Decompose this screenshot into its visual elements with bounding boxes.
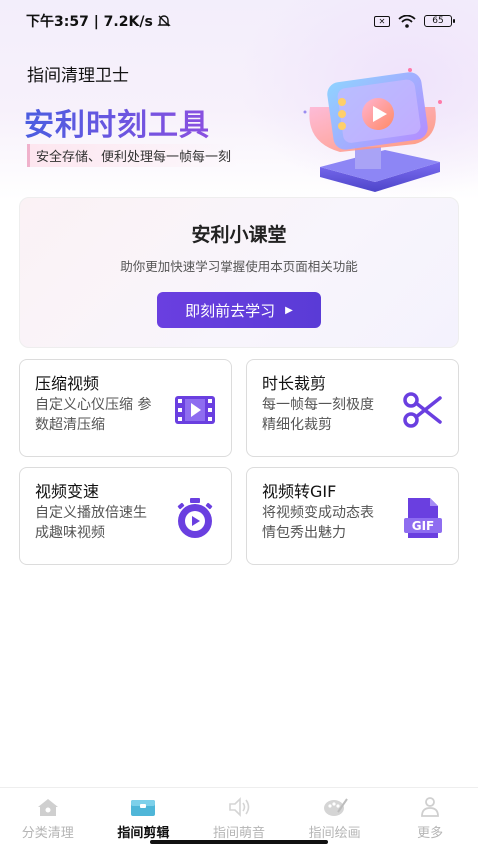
tool-trim-duration[interactable]: 时长裁剪 每一帧每一刻极度精细化裁剪 — [246, 359, 459, 457]
course-title: 安利小课堂 — [191, 224, 287, 246]
tool-video-speed[interactable]: 视频变速 自定义播放倍速生成趣味视频 — [19, 467, 232, 565]
tool-title: 时长裁剪 — [262, 374, 327, 393]
course-card: 安利小课堂 助你更加快速学习掌握使用本页面相关功能 即刻前去学习 ▶ — [19, 197, 459, 348]
palette-icon — [323, 798, 348, 816]
app-title: 指间清理卫士 — [27, 66, 129, 86]
tool-description: 将视频变成动态表情包秀出魅力 — [262, 505, 374, 541]
tool-title: 视频转GIF — [262, 482, 337, 501]
banner-subtitle: 安全存储、便利处理每一帧每一刻 — [27, 144, 238, 167]
gif-file-icon: GIF — [404, 498, 442, 538]
course-description: 助你更加快速学习掌握使用本页面相关功能 — [120, 259, 358, 274]
speaker-icon — [229, 797, 250, 817]
film-icon — [175, 396, 215, 424]
home-icon — [37, 799, 58, 816]
sim-icon: ✕ — [374, 15, 390, 27]
stopwatch-icon — [177, 498, 213, 538]
nav-label: 指间剪辑 — [117, 826, 170, 841]
battery-level: 65 — [432, 16, 444, 26]
tool-description: 自定义心仪压缩 参数超清压缩 — [35, 397, 152, 433]
home-indicator — [150, 840, 328, 844]
status-time-speed: 下午3:57 | 7.2K/s — [26, 14, 153, 30]
nav-label: 指间绘画 — [308, 826, 361, 841]
tool-title: 视频变速 — [35, 482, 100, 501]
wifi-icon — [398, 14, 416, 28]
nav-label: 分类清理 — [21, 826, 74, 841]
svg-text:GIF: GIF — [412, 519, 435, 533]
scissors-icon — [403, 392, 442, 428]
play-arrow-icon: ▶ — [285, 304, 293, 316]
tool-description: 自定义播放倍速生成趣味视频 — [35, 505, 147, 541]
status-bar: 下午3:57 | 7.2K/s ✕ 65 — [0, 0, 478, 42]
nav-label: 更多 — [417, 826, 444, 841]
battery-icon: 65 — [424, 15, 455, 27]
start-learning-button[interactable]: 即刻前去学习 ▶ — [157, 292, 321, 328]
nav-label: 指间萌音 — [212, 826, 265, 841]
person-icon — [421, 797, 440, 817]
start-learning-label: 即刻前去学习 — [185, 302, 276, 320]
tool-video-to-gif[interactable]: 视频转GIF 将视频变成动态表情包秀出魅力 GIF — [246, 467, 459, 565]
tool-compress-video[interactable]: 压缩视频 自定义心仪压缩 参数超清压缩 — [19, 359, 232, 457]
video-player-illustration — [303, 68, 442, 192]
tool-title: 压缩视频 — [35, 374, 100, 393]
tool-description: 每一帧每一刻极度精细化裁剪 — [262, 397, 374, 433]
banner-title: 安利时刻工具 — [24, 100, 210, 144]
nav-item-more[interactable]: 更多 — [382, 788, 478, 850]
nav-item-classify-clean[interactable]: 分类清理 — [0, 788, 96, 850]
toolbox-icon — [131, 800, 156, 816]
bell-muted-icon — [157, 15, 171, 27]
